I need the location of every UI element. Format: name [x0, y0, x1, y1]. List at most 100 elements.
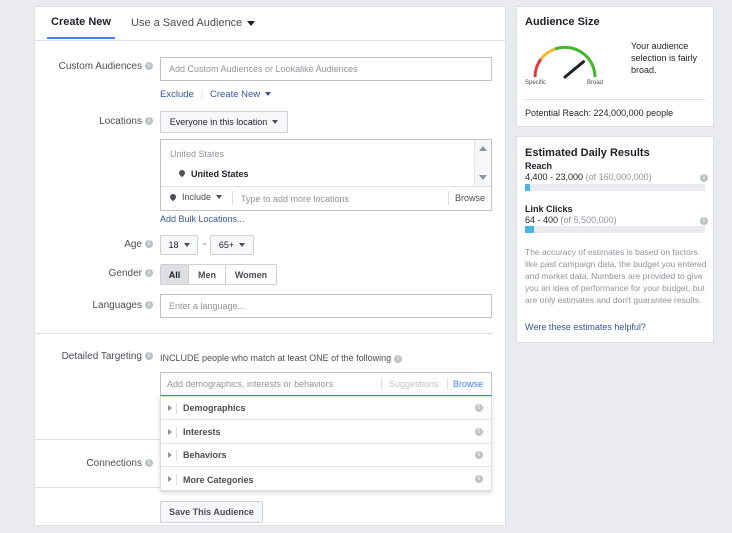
clicks-bar-fill: [525, 226, 534, 233]
tab-create-new-label: Create New: [51, 16, 111, 28]
clicks-range: 64 - 400: [525, 215, 559, 225]
age-max-select[interactable]: 65+: [210, 235, 254, 255]
save-audience-button[interactable]: Save This Audience: [160, 501, 263, 523]
daily-results-panel: Estimated Daily Results Reach 4,400 - 23…: [516, 136, 714, 343]
gender-label: Gender i: [109, 268, 153, 279]
category-label: Interests: [183, 427, 221, 437]
gender-all-button[interactable]: All: [160, 264, 189, 285]
age-min-select[interactable]: 18: [160, 235, 198, 255]
suggestions-button[interactable]: Suggestions: [389, 379, 439, 389]
suggestions-separator: [381, 378, 382, 390]
location-search-input[interactable]: Type to add more locations: [241, 194, 349, 204]
reach-label: Reach: [525, 161, 553, 171]
include-dropdown[interactable]: Include: [168, 192, 223, 202]
caret-down-icon: [272, 120, 279, 124]
custom-audiences-label: Custom Audiences i: [59, 61, 153, 72]
estimates-disclaimer: The accuracy of estimates is based on fa…: [525, 247, 707, 305]
info-icon[interactable]: i: [145, 269, 153, 278]
add-bulk-locations-link[interactable]: Add Bulk Locations...: [160, 214, 245, 224]
estimates-helpful-link[interactable]: Were these estimates helpful?: [525, 322, 646, 332]
scroll-up-icon: [479, 146, 487, 151]
gender-women-button[interactable]: Women: [225, 264, 277, 285]
audience-size-title: Audience Size: [525, 16, 600, 28]
location-list: United States United States: [161, 140, 475, 186]
daily-results-title: Estimated Daily Results: [525, 147, 650, 159]
expand-icon: [168, 476, 172, 482]
custom-audiences-input[interactable]: Add Custom Audiences or Lookalike Audien…: [160, 57, 492, 81]
scrollbar[interactable]: [475, 140, 491, 186]
gauge-specific-label: Specific: [525, 80, 547, 86]
category-behaviors[interactable]: Behaviors i: [161, 444, 491, 467]
category-label: Demographics: [183, 403, 246, 413]
section-divider: [35, 333, 493, 334]
info-icon[interactable]: i: [700, 174, 708, 182]
info-icon[interactable]: i: [145, 62, 153, 71]
exclude-link[interactable]: Exclude: [160, 89, 194, 100]
age-max-value: 65+: [218, 240, 235, 250]
location-pin-icon: [177, 168, 187, 178]
info-icon[interactable]: i: [145, 117, 153, 126]
expand-icon: [168, 452, 172, 458]
selected-location[interactable]: United States: [191, 169, 249, 179]
info-icon[interactable]: i: [145, 459, 153, 468]
tab-create-new[interactable]: Create New: [47, 7, 115, 39]
languages-label: Languages i: [93, 300, 153, 311]
caret-down-icon: [216, 195, 223, 199]
category-demographics[interactable]: Demographics i: [161, 397, 491, 420]
category-label: Behaviors: [183, 450, 227, 460]
audience-gauge: [533, 45, 597, 79]
location-pin-icon: [168, 192, 178, 202]
gauge-needle: [563, 60, 585, 79]
custom-audiences-links: Exclude | Create New: [160, 89, 272, 100]
custom-audiences-label-text: Custom Audiences: [58, 61, 142, 72]
age-min-value: 18: [168, 240, 179, 250]
reach-range: 4,400 - 23,000: [525, 172, 584, 182]
locations-label-text: Locations: [99, 116, 142, 127]
info-icon[interactable]: i: [475, 475, 483, 483]
expand-icon: [168, 405, 172, 411]
location-box: United States United States Include Type…: [160, 139, 492, 211]
info-icon[interactable]: i: [475, 451, 483, 459]
caret-down-icon: [247, 20, 256, 26]
info-icon[interactable]: i: [394, 354, 403, 363]
info-icon[interactable]: i: [145, 352, 153, 361]
expand-icon: [168, 429, 172, 435]
section-divider: [35, 487, 161, 488]
audience-panel: Create New Use a Saved Audience Custom A…: [34, 6, 506, 526]
info-icon[interactable]: i: [145, 301, 153, 310]
caret-down-icon: [239, 243, 246, 247]
gauge-red-segment: [533, 58, 543, 78]
caret-down-icon: [183, 243, 190, 247]
location-type-dropdown[interactable]: Everyone in this location: [160, 111, 288, 133]
reach-total: (of 160,000,000): [585, 172, 652, 182]
languages-input[interactable]: Enter a language...: [160, 294, 492, 318]
age-dash: -: [203, 239, 207, 250]
targeting-browse-button[interactable]: Browse: [453, 379, 483, 389]
age-label: Age i: [124, 239, 153, 250]
location-browse-button[interactable]: Browse: [455, 193, 485, 203]
scroll-down-icon: [479, 175, 487, 180]
caret-down-icon: [265, 92, 272, 97]
category-interests[interactable]: Interests i: [161, 421, 491, 444]
audience-size-panel: Audience Size Specific Broad Your audien…: [516, 6, 714, 127]
reach-value: 4,400 - 23,000 (of 160,000,000): [525, 172, 652, 182]
detailed-targeting-label: Detailed Targeting i: [62, 351, 153, 362]
clicks-total: (of 5,500,000): [560, 215, 617, 225]
potential-reach: Potential Reach: 224,000,000 people: [525, 108, 674, 118]
include-label: Include: [182, 192, 212, 202]
info-icon[interactable]: i: [700, 217, 708, 225]
info-icon[interactable]: i: [145, 240, 153, 249]
gender-men-button[interactable]: Men: [188, 264, 226, 285]
include-text-label: INCLUDE people who match at least ONE of…: [160, 353, 392, 363]
section-divider: [35, 439, 161, 440]
include-separator: [232, 191, 233, 205]
info-icon[interactable]: i: [475, 404, 483, 412]
tab-saved-audience[interactable]: Use a Saved Audience: [131, 7, 256, 39]
category-label: More Categories: [183, 474, 254, 485]
clicks-bar: [525, 226, 705, 233]
info-icon[interactable]: i: [475, 428, 483, 436]
location-divider: [161, 186, 491, 187]
category-more[interactable]: More Categories i: [161, 468, 491, 491]
detailed-targeting-input[interactable]: Add demographics, interests or behaviors…: [160, 372, 492, 396]
create-new-link[interactable]: Create New: [210, 89, 260, 100]
